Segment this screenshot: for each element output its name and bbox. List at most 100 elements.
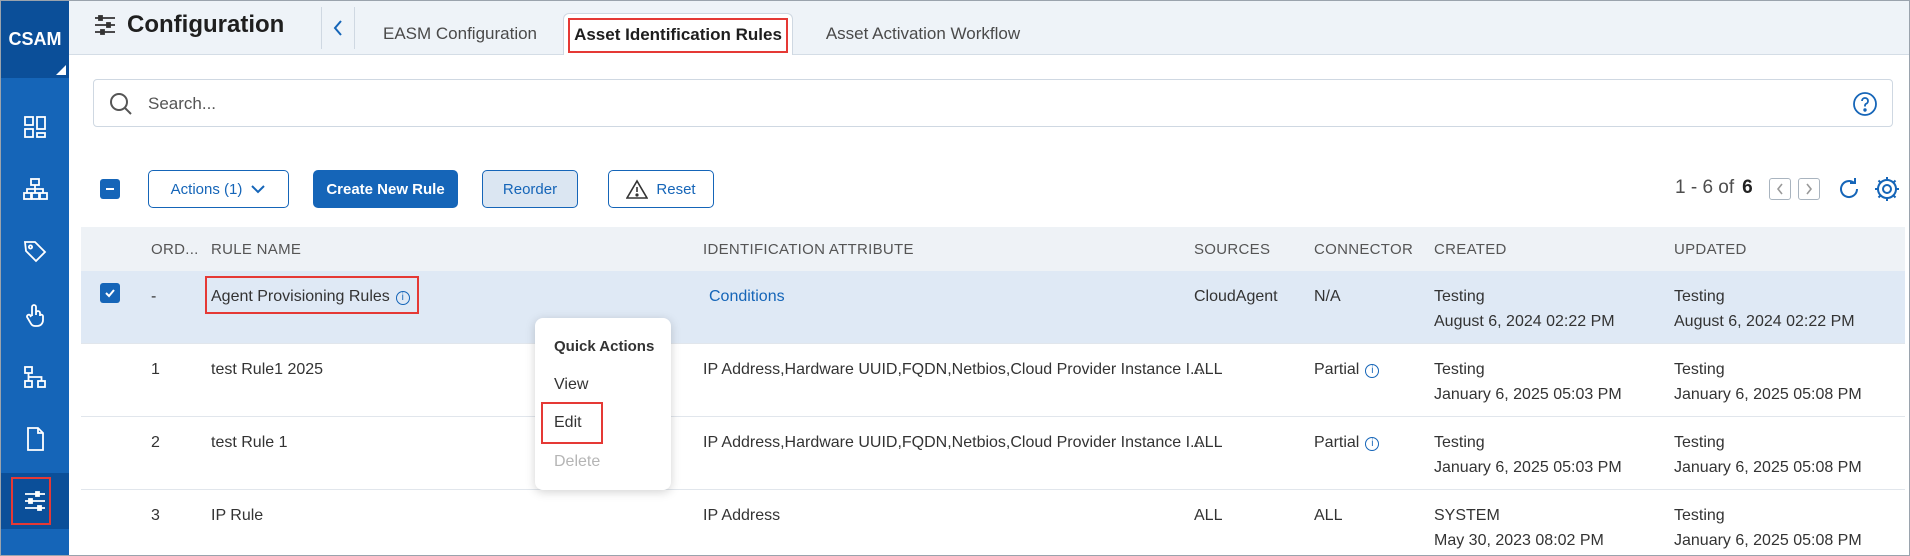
minus-icon [106, 188, 114, 190]
sidebar-item-configuration[interactable] [1, 473, 69, 529]
next-page-button[interactable] [1798, 178, 1820, 200]
row-created-at: January 6, 2025 05:03 PM [1434, 459, 1622, 476]
sidebar-item-dashboard[interactable] [1, 99, 69, 155]
chevron-left-icon [333, 20, 342, 36]
sidebar-item-hierarchy[interactable] [1, 349, 69, 405]
column-header-identification-attribute[interactable]: IDENTIFICATION ATTRIBUTE [703, 241, 914, 258]
row-order: 1 [151, 361, 160, 378]
sidebar-item-documents[interactable] [1, 411, 69, 467]
select-all-checkbox[interactable] [100, 179, 120, 199]
table-row[interactable]: 3 IP Rule IP Address ALL ALL SYSTEM May … [81, 490, 1905, 555]
info-icon[interactable]: i [395, 291, 410, 305]
row-created-by: SYSTEM [1434, 507, 1500, 524]
checkmark-icon [105, 289, 115, 298]
sidebar-item-inventory[interactable] [1, 161, 69, 217]
row-rule-name[interactable]: Agent Provisioning Rules i [211, 288, 410, 306]
row-identification-attribute: IP Address,Hardware UUID,FQDN,Netbios,Cl… [703, 361, 1204, 378]
previous-page-button[interactable] [1769, 178, 1791, 200]
help-icon[interactable] [1852, 91, 1878, 117]
dashboard-icon [24, 116, 46, 138]
search-bar [93, 79, 1893, 127]
menu-item-edit[interactable]: Edit [554, 414, 582, 432]
quick-actions-title: Quick Actions [554, 338, 655, 355]
row-sources: CloudAgent [1194, 288, 1278, 305]
reorder-label: Reorder [502, 180, 558, 198]
menu-item-view[interactable]: View [554, 376, 588, 394]
tab-label: Asset Activation Workflow [825, 24, 1021, 43]
tab-label: EASM Configuration [382, 24, 538, 43]
row-updated-at: August 6, 2024 02:22 PM [1674, 313, 1855, 330]
row-created-at: January 6, 2025 05:03 PM [1434, 386, 1622, 403]
pagination-range: 1 - 6 of [1675, 177, 1735, 198]
create-label: Create New Rule [326, 180, 445, 198]
column-header-created[interactable]: CREATED [1434, 241, 1507, 258]
collapse-button[interactable] [321, 7, 355, 49]
reset-button[interactable]: Reset [608, 170, 714, 208]
create-new-rule-button[interactable]: Create New Rule [313, 170, 458, 208]
row-identification-attribute: IP Address [703, 507, 781, 524]
row-sources: ALL [1194, 361, 1223, 378]
brand-logo[interactable]: CSAM [1, 1, 69, 78]
tag-icon [23, 241, 47, 263]
sidebar-item-touch[interactable] [1, 287, 69, 343]
column-header-rule-name[interactable]: RULE NAME [211, 241, 301, 258]
column-header-sources[interactable]: SOURCES [1194, 241, 1270, 258]
hierarchy-icon [24, 366, 46, 388]
row-created-at: May 30, 2023 08:02 PM [1434, 532, 1604, 549]
row-order: 3 [151, 507, 160, 524]
page-title-group: Configuration [93, 11, 284, 39]
info-icon[interactable]: i [1365, 437, 1380, 451]
column-header-order[interactable]: ORD... [151, 241, 199, 258]
brand-menu-corner-icon [56, 65, 66, 75]
connector-text: Partial [1314, 434, 1360, 451]
chevron-right-icon [1806, 183, 1813, 195]
row-updated-at: January 6, 2025 05:08 PM [1674, 459, 1862, 476]
row-order: - [151, 288, 157, 305]
row-rule-name[interactable]: IP Rule [211, 507, 263, 525]
pagination-total: 6 [1742, 177, 1753, 198]
info-icon[interactable]: i [1365, 364, 1380, 378]
brand-label: CSAM [8, 29, 62, 49]
refresh-icon[interactable] [1835, 175, 1863, 203]
search-icon [110, 93, 132, 115]
row-sources: ALL [1194, 507, 1223, 524]
actions-dropdown[interactable]: Actions (1) [148, 170, 289, 208]
connector-text: Partial [1314, 361, 1360, 378]
tab-asset-activation-workflow[interactable]: Asset Activation Workflow [805, 13, 1041, 55]
row-updated-by: Testing [1674, 361, 1725, 378]
sidebar: CSAM [1, 1, 69, 555]
row-rule-name[interactable]: test Rule 1 [211, 434, 287, 452]
column-header-updated[interactable]: UPDATED [1674, 241, 1747, 258]
tab-easm-configuration[interactable]: EASM Configuration [367, 13, 553, 55]
reorder-button[interactable]: Reorder [482, 170, 578, 208]
row-sources: ALL [1194, 434, 1223, 451]
row-created-at: August 6, 2024 02:22 PM [1434, 313, 1615, 330]
highlight-box [11, 477, 51, 525]
chevron-left-icon [1776, 183, 1783, 195]
chevron-down-icon [251, 185, 266, 194]
table-row[interactable]: - Agent Provisioning Rules i Conditions C… [81, 271, 1905, 344]
row-updated-at: January 6, 2025 05:08 PM [1674, 386, 1862, 403]
sidebar-item-tags[interactable] [1, 223, 69, 279]
quick-actions-menu: Quick Actions View Edit Delete [535, 318, 671, 490]
highlight-box [568, 18, 788, 53]
header: Configuration EASM Configuration Asset I… [69, 1, 1909, 55]
row-rule-name[interactable]: test Rule1 2025 [211, 361, 323, 379]
row-updated-at: January 6, 2025 05:08 PM [1674, 532, 1862, 549]
asset-inventory-icon [23, 178, 48, 200]
rule-name-text: Agent Provisioning Rules [211, 288, 390, 305]
table-row[interactable]: 1 test Rule1 2025 IP Address,Hardware UU… [81, 344, 1905, 417]
column-header-connector[interactable]: CONNECTOR [1314, 241, 1413, 258]
reset-label: Reset [656, 180, 696, 198]
conditions-link[interactable]: Conditions [709, 288, 785, 306]
search-input[interactable] [148, 90, 1748, 118]
row-created-by: Testing [1434, 361, 1485, 378]
tab-asset-identification-rules[interactable]: Asset Identification Rules [563, 13, 793, 55]
gear-icon[interactable] [1873, 175, 1901, 203]
row-connector: Partial i [1314, 434, 1380, 452]
menu-item-delete: Delete [554, 453, 601, 470]
row-updated-by: Testing [1674, 434, 1725, 451]
row-connector: N/A [1314, 288, 1341, 305]
table-row[interactable]: 2 test Rule 1 IP Address,Hardware UUID,F… [81, 417, 1905, 490]
row-checkbox[interactable] [100, 283, 120, 303]
